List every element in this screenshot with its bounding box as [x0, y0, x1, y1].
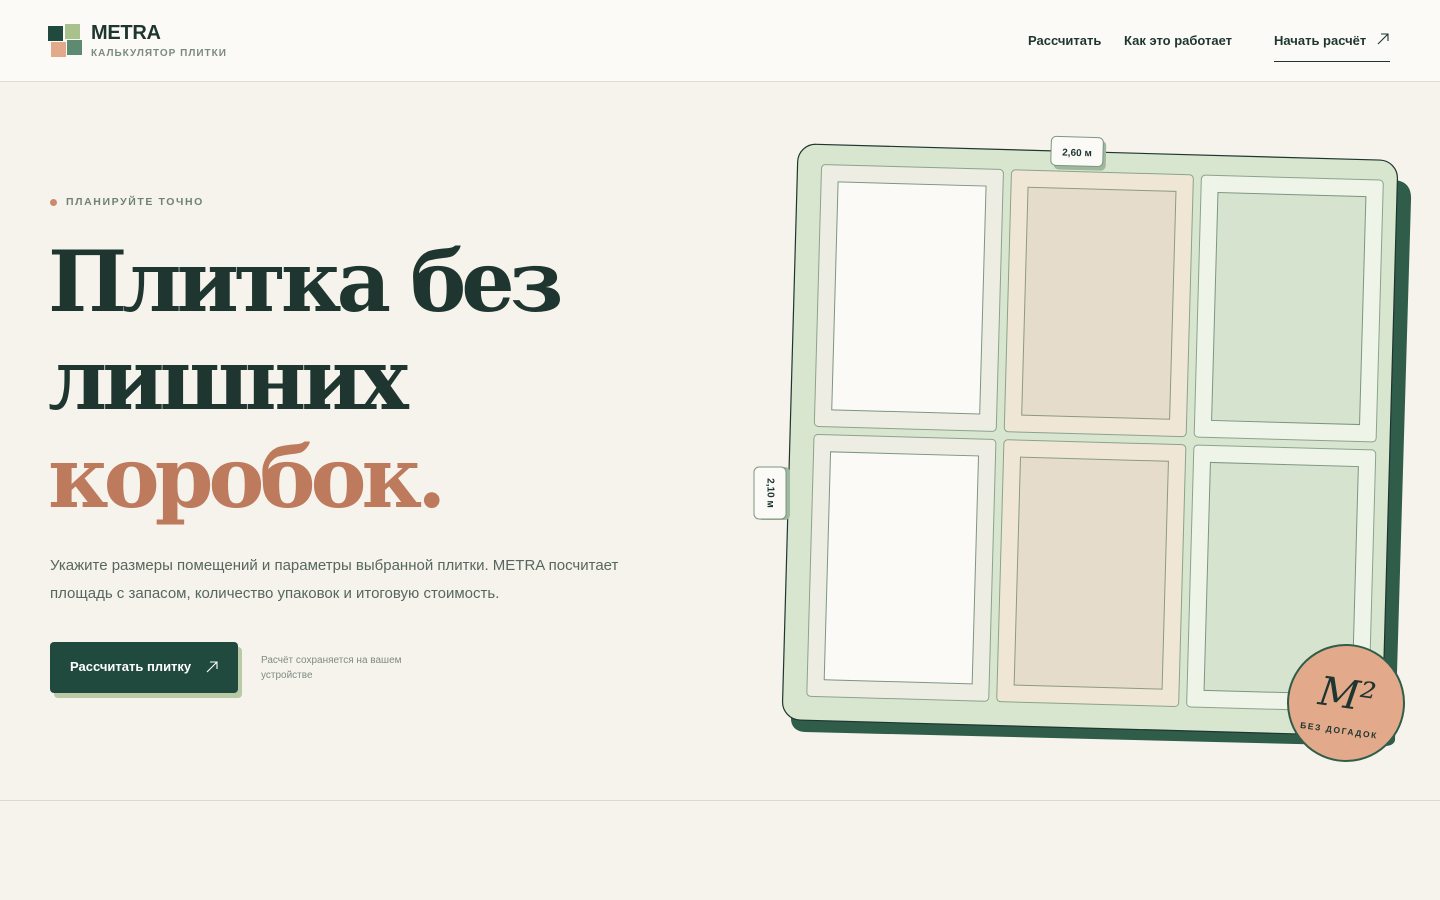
tile-2: [1003, 169, 1194, 438]
tile-5: [996, 439, 1187, 708]
badge-main-text: M²: [1315, 668, 1379, 722]
save-note: Расчёт сохраняется на вашем устройстве: [261, 655, 402, 681]
logo-icon[interactable]: [48, 22, 84, 58]
eyebrow-text: ПЛАНИРУЙТЕ ТОЧНО: [66, 196, 204, 208]
tile-board: [781, 143, 1399, 737]
section-divider: [0, 800, 1440, 801]
width-label: 2,60 м: [1062, 148, 1092, 160]
arrow-up-right-icon: [206, 661, 218, 673]
calculate-tiles-label: Рассчитать плитку: [70, 659, 192, 674]
button-face: Рассчитать плитку: [50, 642, 238, 693]
eyebrow-dot: [50, 199, 57, 206]
brand-tagline: КАЛЬКУЛЯТОР ПЛИТКИ: [91, 48, 227, 59]
m2-badge: M² БЕЗ ДОГАДОК: [1287, 644, 1405, 762]
nav-link-calculate[interactable]: Рассчитать: [1028, 33, 1101, 48]
board-shadow: [790, 162, 1412, 747]
hero-title-line-2: лишних: [48, 330, 409, 429]
height-dimension-tag: 2,10 м: [753, 466, 790, 520]
tile-6: [1186, 444, 1377, 713]
nav-link-how-it-works[interactable]: Как это работает: [1124, 33, 1232, 48]
start-calculation-label: Начать расчёт: [1274, 33, 1367, 48]
hero-title-line-1: Плитка без: [48, 232, 563, 331]
hero-title-line-3: коробок.: [48, 428, 446, 527]
brand-name[interactable]: METRA: [91, 22, 161, 45]
tile-3: [1193, 174, 1384, 443]
calculate-tiles-button[interactable]: Рассчитать плитку: [50, 642, 242, 698]
tile-4: [806, 433, 997, 702]
height-label: 2,10 м: [764, 478, 775, 508]
width-dimension-tag: 2,60 м: [1050, 135, 1107, 171]
tile-1: [813, 164, 1004, 432]
badge-sub-text: БЕЗ ДОГАДОК: [1300, 720, 1379, 741]
hero-description: Укажите размеры помещений и параметры вы…: [50, 557, 619, 602]
site-header: METRA КАЛЬКУЛЯТОР ПЛИТКИ Рассчитать Как …: [0, 0, 1440, 82]
start-calculation-link[interactable]: Начать расчёт: [1274, 23, 1390, 62]
arrow-up-right-icon: [1377, 33, 1389, 45]
